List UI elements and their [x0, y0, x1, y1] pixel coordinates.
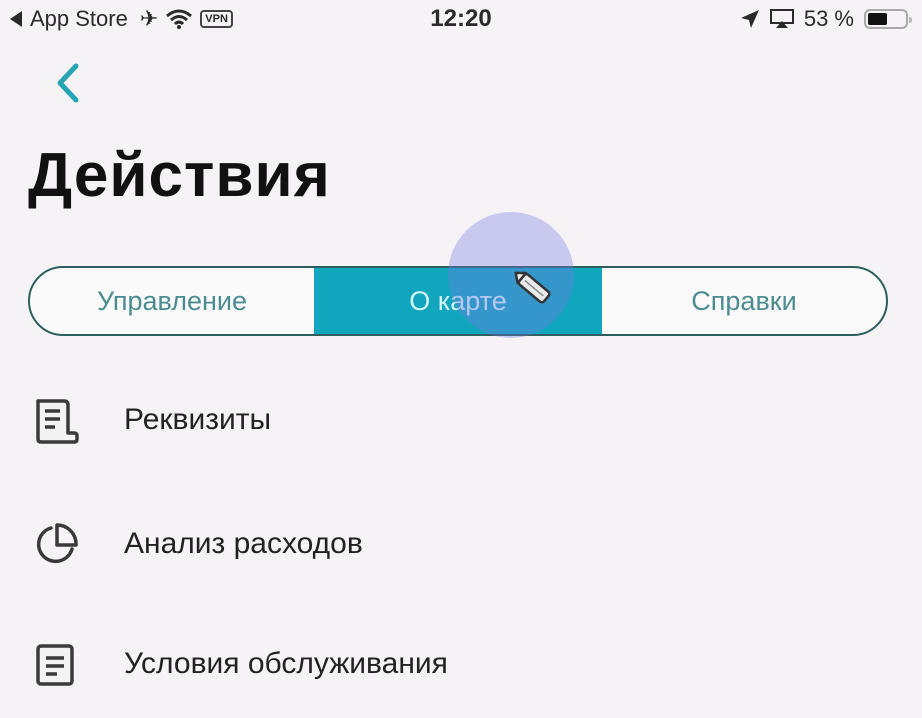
segmented-control: Управление О карте Справки: [28, 266, 888, 336]
battery-fill: [868, 13, 888, 25]
tab-management[interactable]: Управление: [30, 268, 314, 334]
menu-label: Условия обслуживания: [124, 647, 448, 680]
status-bar-right: 53 %: [740, 6, 912, 32]
back-button[interactable]: [48, 58, 88, 108]
menu-item-requisites[interactable]: Реквизиты: [0, 380, 922, 460]
pie-chart-icon: [36, 523, 78, 564]
tab-about-card[interactable]: О карте: [314, 268, 602, 334]
status-bar: App Store ✈ VPN 12:20 53 %: [0, 0, 922, 40]
battery-percent: 53 %: [803, 6, 854, 31]
tab-statements[interactable]: Справки: [602, 268, 886, 334]
battery-icon: [864, 9, 912, 29]
menu-label: Реквизиты: [124, 403, 272, 436]
chevron-left-icon: [57, 63, 79, 103]
airplay-icon: [769, 9, 794, 28]
document-scroll-icon: [36, 399, 79, 444]
menu-item-spending-analysis[interactable]: Анализ расходов: [0, 504, 922, 584]
menu-label: Анализ расходов: [124, 527, 363, 560]
document-lines-icon: [36, 644, 74, 686]
battery-cap: [909, 17, 912, 23]
page-title: Действия: [28, 141, 331, 210]
location-arrow-icon: [740, 10, 759, 28]
menu-item-terms-of-service[interactable]: Условия обслуживания: [0, 624, 922, 704]
